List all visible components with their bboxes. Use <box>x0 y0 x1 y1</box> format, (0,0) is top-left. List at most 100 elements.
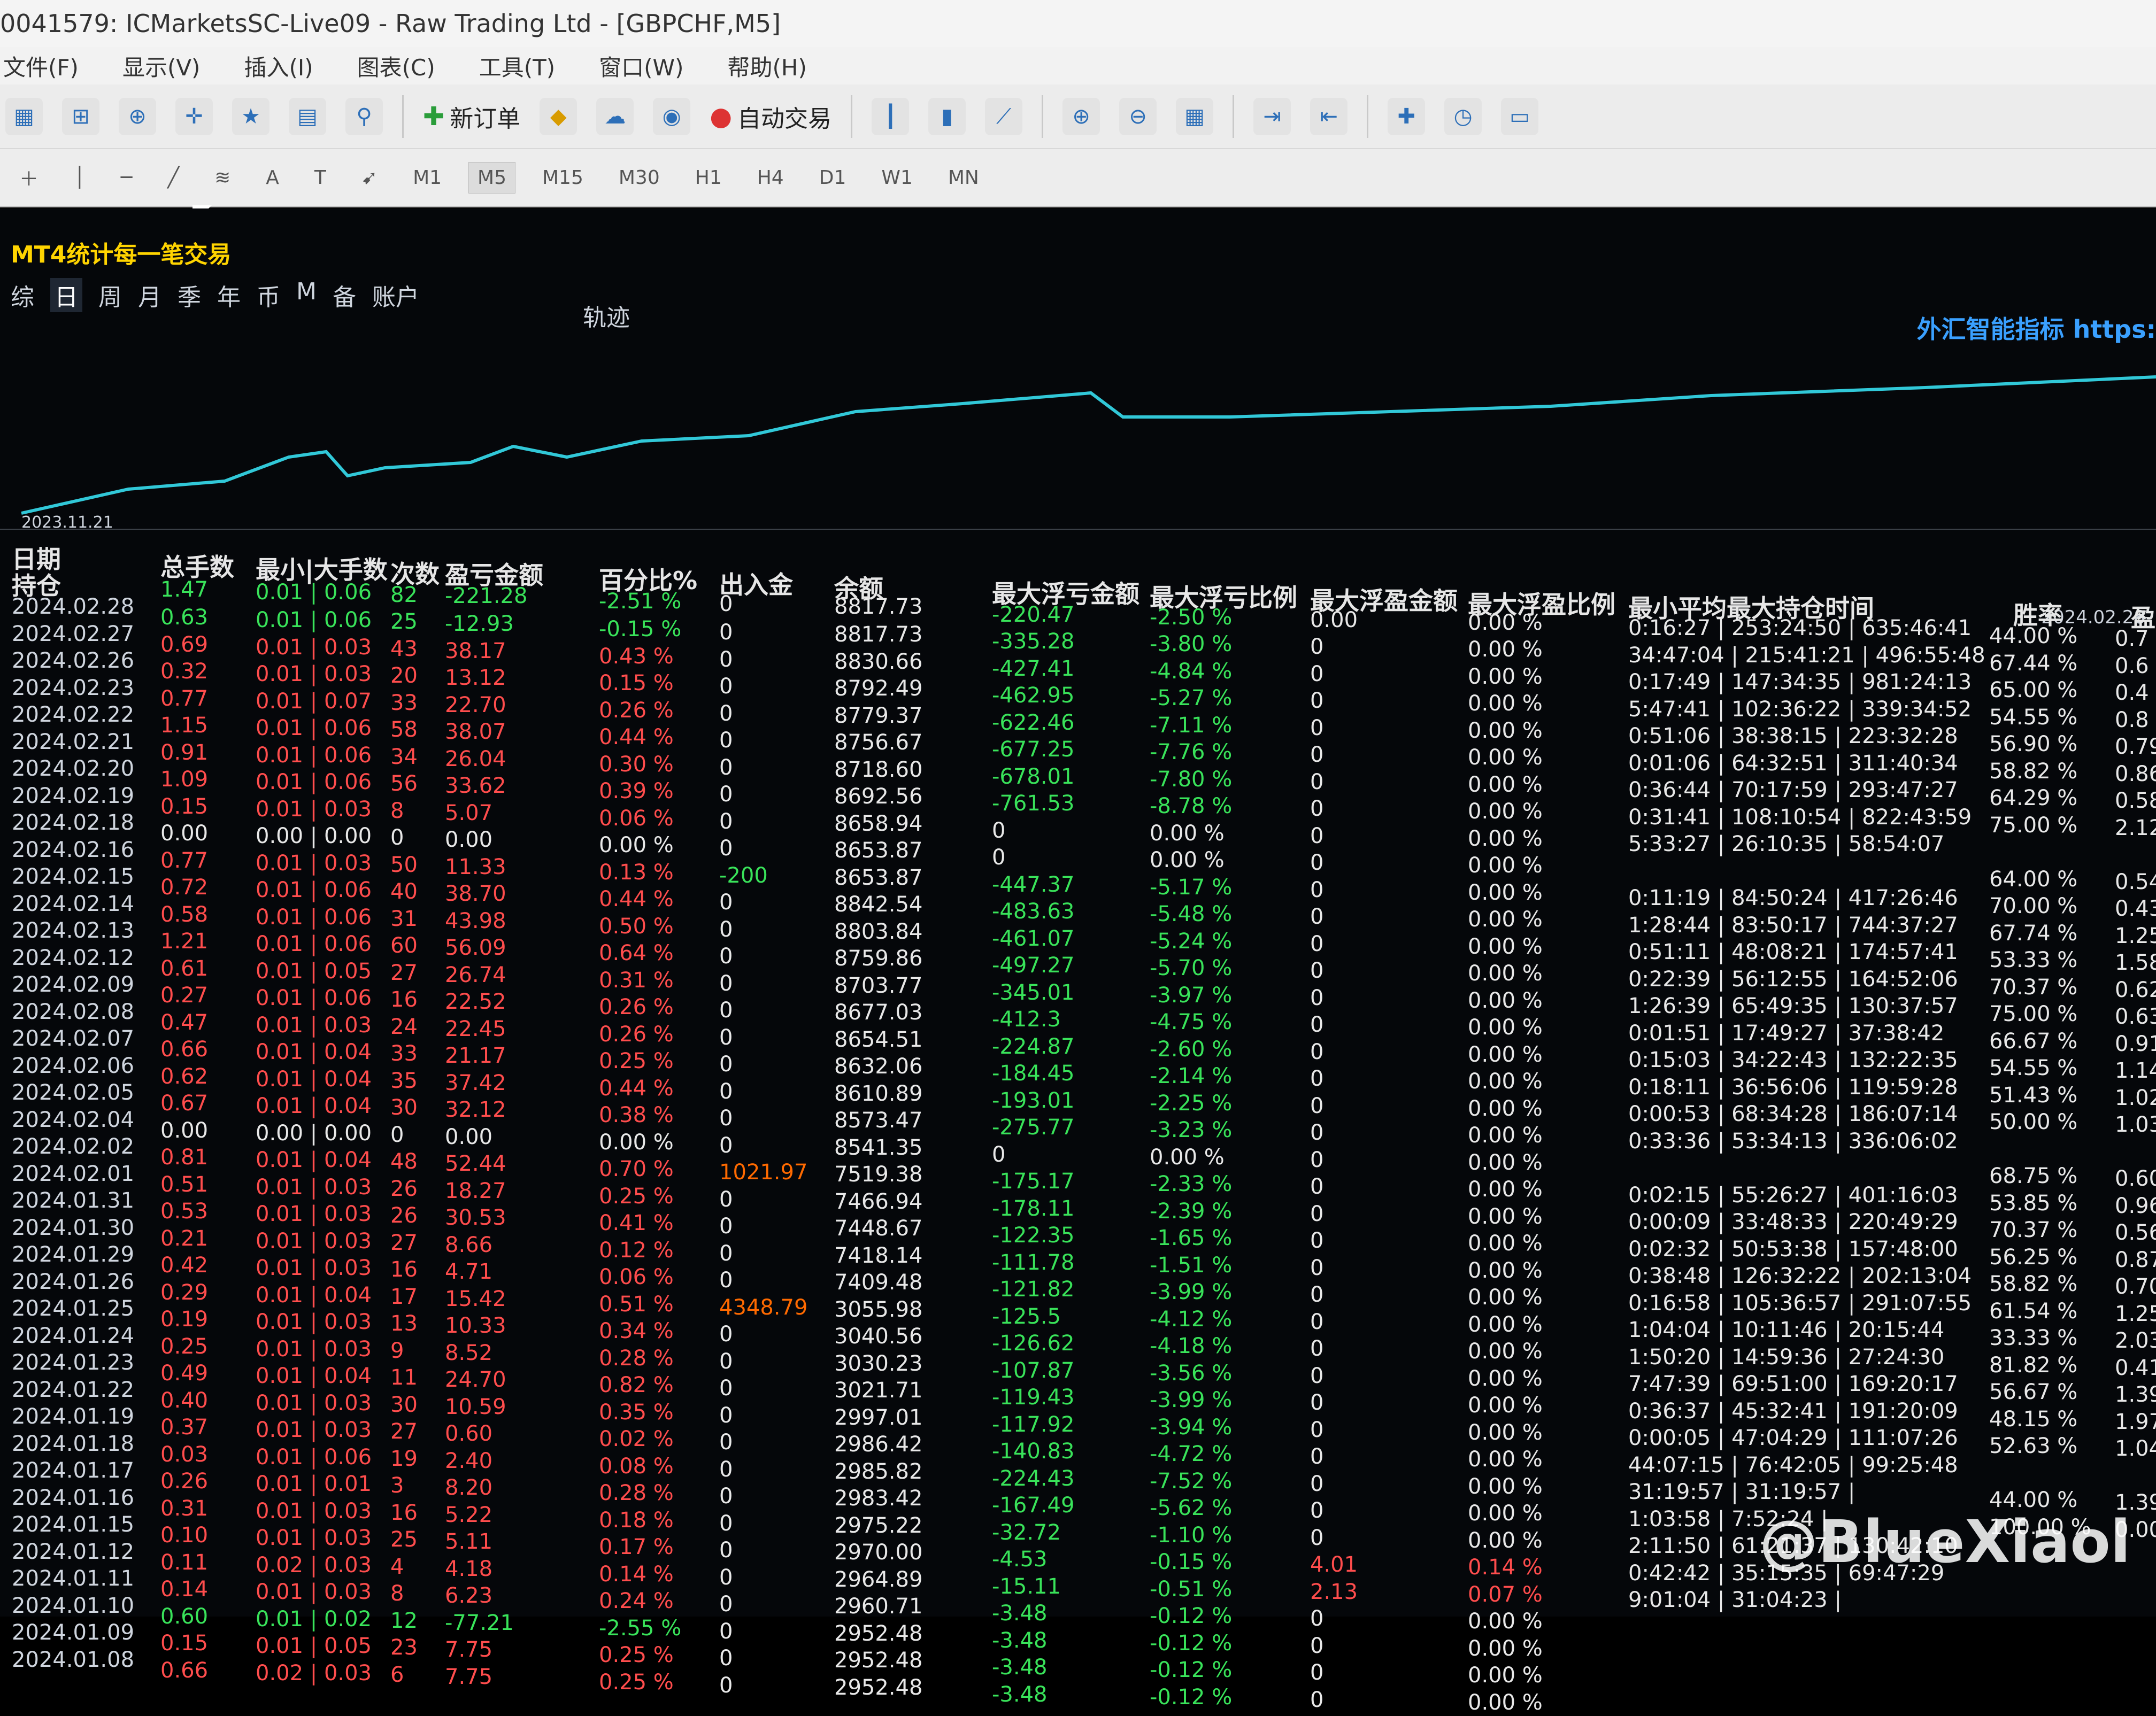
win-rate-cell: 56.25 % <box>1989 1244 2091 1271</box>
in-out-cell: 0 <box>719 1213 807 1240</box>
column-balance: 8817.738830.668792.498779.378756.678718.… <box>834 621 922 1701</box>
crosshair-icon[interactable]: ✛ <box>175 98 213 135</box>
hold-time-cell: 0:33:36 | 53:34:13 | 336:06:02 <box>1628 1128 1985 1155</box>
minmax-lots-cell: 0.00 | 0.00 <box>256 823 372 850</box>
extra-cell: 1.39 <box>2115 1381 2156 1409</box>
timeframe-h1[interactable]: H1 <box>687 163 730 193</box>
count-cell: 50 <box>390 852 418 879</box>
zoom-in-icon[interactable]: ⊕ <box>1062 98 1100 135</box>
strategy-tester-icon[interactable]: ⚲ <box>345 98 383 135</box>
count-cell: 40 <box>390 878 418 906</box>
menu-view[interactable]: 显示(V) <box>119 50 204 82</box>
max-float-profit-pct-cell: 0.00 % <box>1468 717 1543 745</box>
autoscroll-icon[interactable]: ⇥ <box>1253 98 1291 135</box>
tab-m[interactable]: M <box>296 278 317 312</box>
horizontal-line-icon[interactable]: ─ <box>112 163 141 193</box>
tab-account[interactable]: 账户 <box>372 278 419 312</box>
total-lots-cell: 0.91 <box>160 739 208 767</box>
tab-month[interactable]: 月 <box>138 278 161 312</box>
count-cell: 30 <box>390 1392 418 1419</box>
max-float-profit-cell: 0 <box>1310 1497 1358 1525</box>
tile-windows-icon[interactable]: ▦ <box>1176 98 1213 135</box>
balance-cell: 3030.23 <box>834 1350 922 1378</box>
max-float-loss-cell: -412.3 <box>992 1006 1074 1033</box>
max-float-loss-pct-cell: -5.27 % <box>1150 685 1232 712</box>
favorites-icon[interactable]: ★ <box>232 98 270 135</box>
periods-icon[interactable]: ◷ <box>1444 98 1482 135</box>
tab-week[interactable]: 周 <box>98 278 122 312</box>
percent-cell: 0.24 % <box>599 1588 681 1615</box>
cursor-tool-icon[interactable]: ＋ <box>11 159 47 196</box>
total-lots-cell: 0.37 <box>160 1414 208 1441</box>
text-label-icon[interactable]: T <box>306 163 335 193</box>
max-float-profit-pct-cell: 0.00 % <box>1468 771 1543 799</box>
indicators-icon[interactable]: ✚ <box>1388 98 1425 135</box>
templates-icon[interactable]: ▭ <box>1501 98 1538 135</box>
line-chart-icon[interactable]: ⟋ <box>985 98 1022 135</box>
metaeditor-icon[interactable]: ◆ <box>540 98 577 135</box>
new-chart-icon[interactable]: ▦ <box>5 98 43 135</box>
timeframe-m5[interactable]: M5 <box>468 162 515 194</box>
minmax-lots-cell: 0.01 | 0.06 <box>256 877 372 904</box>
chart-window[interactable]: MT4统计每一笔交易 综 日 周 月 季 年 币 M 备 账户 轨迹 外汇智能指… <box>0 208 2156 1617</box>
vertical-line-icon[interactable]: │ <box>65 163 94 193</box>
bar-chart-icon[interactable]: ┃ <box>872 98 909 135</box>
timeframe-m1[interactable]: M1 <box>404 163 450 193</box>
fibonacci-icon[interactable]: ≋ <box>206 163 239 193</box>
date-cell: 2024.01.16 <box>12 1485 134 1512</box>
menu-tools[interactable]: 工具(T) <box>476 50 558 82</box>
extra-cell: 0.56 <box>2115 1219 2156 1247</box>
date-cell: 2024.01.25 <box>12 1295 134 1323</box>
in-out-cell: 0 <box>719 1402 807 1429</box>
tab-year[interactable]: 年 <box>217 278 241 312</box>
max-float-profit-cell: 0 <box>1310 1363 1358 1390</box>
in-out-cell: 0 <box>719 700 807 728</box>
extra-cell: 0.41 <box>2115 1355 2156 1382</box>
tab-summary[interactable]: 综 <box>11 278 34 312</box>
max-float-loss-pct-cell: -4.72 % <box>1150 1441 1232 1468</box>
max-float-loss-pct-cell: -0.12 % <box>1150 1684 1232 1711</box>
balance-cell: 7519.38 <box>834 1161 922 1188</box>
tab-currency[interactable]: 币 <box>257 278 280 312</box>
auto-trade-button[interactable]: ● 自动交易 <box>710 99 831 134</box>
timeframe-d1[interactable]: D1 <box>811 163 855 193</box>
in-out-cell: -200 <box>719 862 807 890</box>
timeframe-h4[interactable]: H4 <box>749 163 792 193</box>
arrows-icon[interactable]: ➹ <box>353 163 386 193</box>
total-lots-cell: 0.14 <box>160 1576 208 1603</box>
tab-quarter[interactable]: 季 <box>178 278 201 312</box>
timeframe-mn[interactable]: MN <box>940 163 988 193</box>
new-order-button[interactable]: ✚ 新订单 <box>423 99 520 134</box>
trendline-icon[interactable]: ╱ <box>159 163 188 193</box>
menu-file[interactable]: 文件(F) <box>0 50 82 82</box>
menu-chart[interactable]: 图表(C) <box>354 50 438 82</box>
percent-cell: 0.38 % <box>599 1102 681 1129</box>
total-lots-cell: 0.31 <box>160 1495 208 1522</box>
menu-help[interactable]: 帮助(H) <box>724 50 810 82</box>
chart-shift-icon[interactable]: ⇤ <box>1310 98 1348 135</box>
win-rate-cell: 53.85 % <box>1989 1190 2091 1217</box>
max-float-profit-pct-cell: 0.14 % <box>1468 1554 1543 1581</box>
ad-label[interactable]: 外汇智能指标 https: <box>1917 310 2156 345</box>
timeframe-m30[interactable]: M30 <box>610 163 668 193</box>
timeframe-w1[interactable]: W1 <box>873 163 921 193</box>
profiles-icon[interactable]: ⊞ <box>62 98 99 135</box>
menu-insert[interactable]: 插入(I) <box>241 50 316 82</box>
menu-window[interactable]: 窗口(W) <box>596 50 687 82</box>
hold-time-cell: 7:47:39 | 69:51:00 | 169:20:17 <box>1628 1371 1985 1398</box>
tab-note[interactable]: 备 <box>333 278 356 312</box>
zoom-out-icon[interactable]: ⊖ <box>1119 98 1157 135</box>
minmax-lots-cell: 0.01 | 0.04 <box>256 1093 372 1120</box>
hold-time-cell: 0:36:37 | 45:32:41 | 191:20:09 <box>1628 1398 1985 1425</box>
candlestick-icon[interactable]: ▮ <box>928 98 966 135</box>
timeframe-m15[interactable]: M15 <box>534 163 592 193</box>
tab-day[interactable]: 日 <box>50 278 82 312</box>
market-watch-icon[interactable]: ⊕ <box>119 98 156 135</box>
max-float-profit-pct-cell: 0.00 % <box>1468 1365 1543 1393</box>
extra-cell: 1.02 <box>2115 1085 2156 1112</box>
text-tool-icon[interactable]: A <box>257 163 288 193</box>
signals-icon[interactable]: ☁ <box>596 98 634 135</box>
navigator-icon[interactable]: ▤ <box>289 98 326 135</box>
max-float-profit-cell: 0 <box>1310 795 1358 823</box>
market-icon[interactable]: ◉ <box>653 98 690 135</box>
